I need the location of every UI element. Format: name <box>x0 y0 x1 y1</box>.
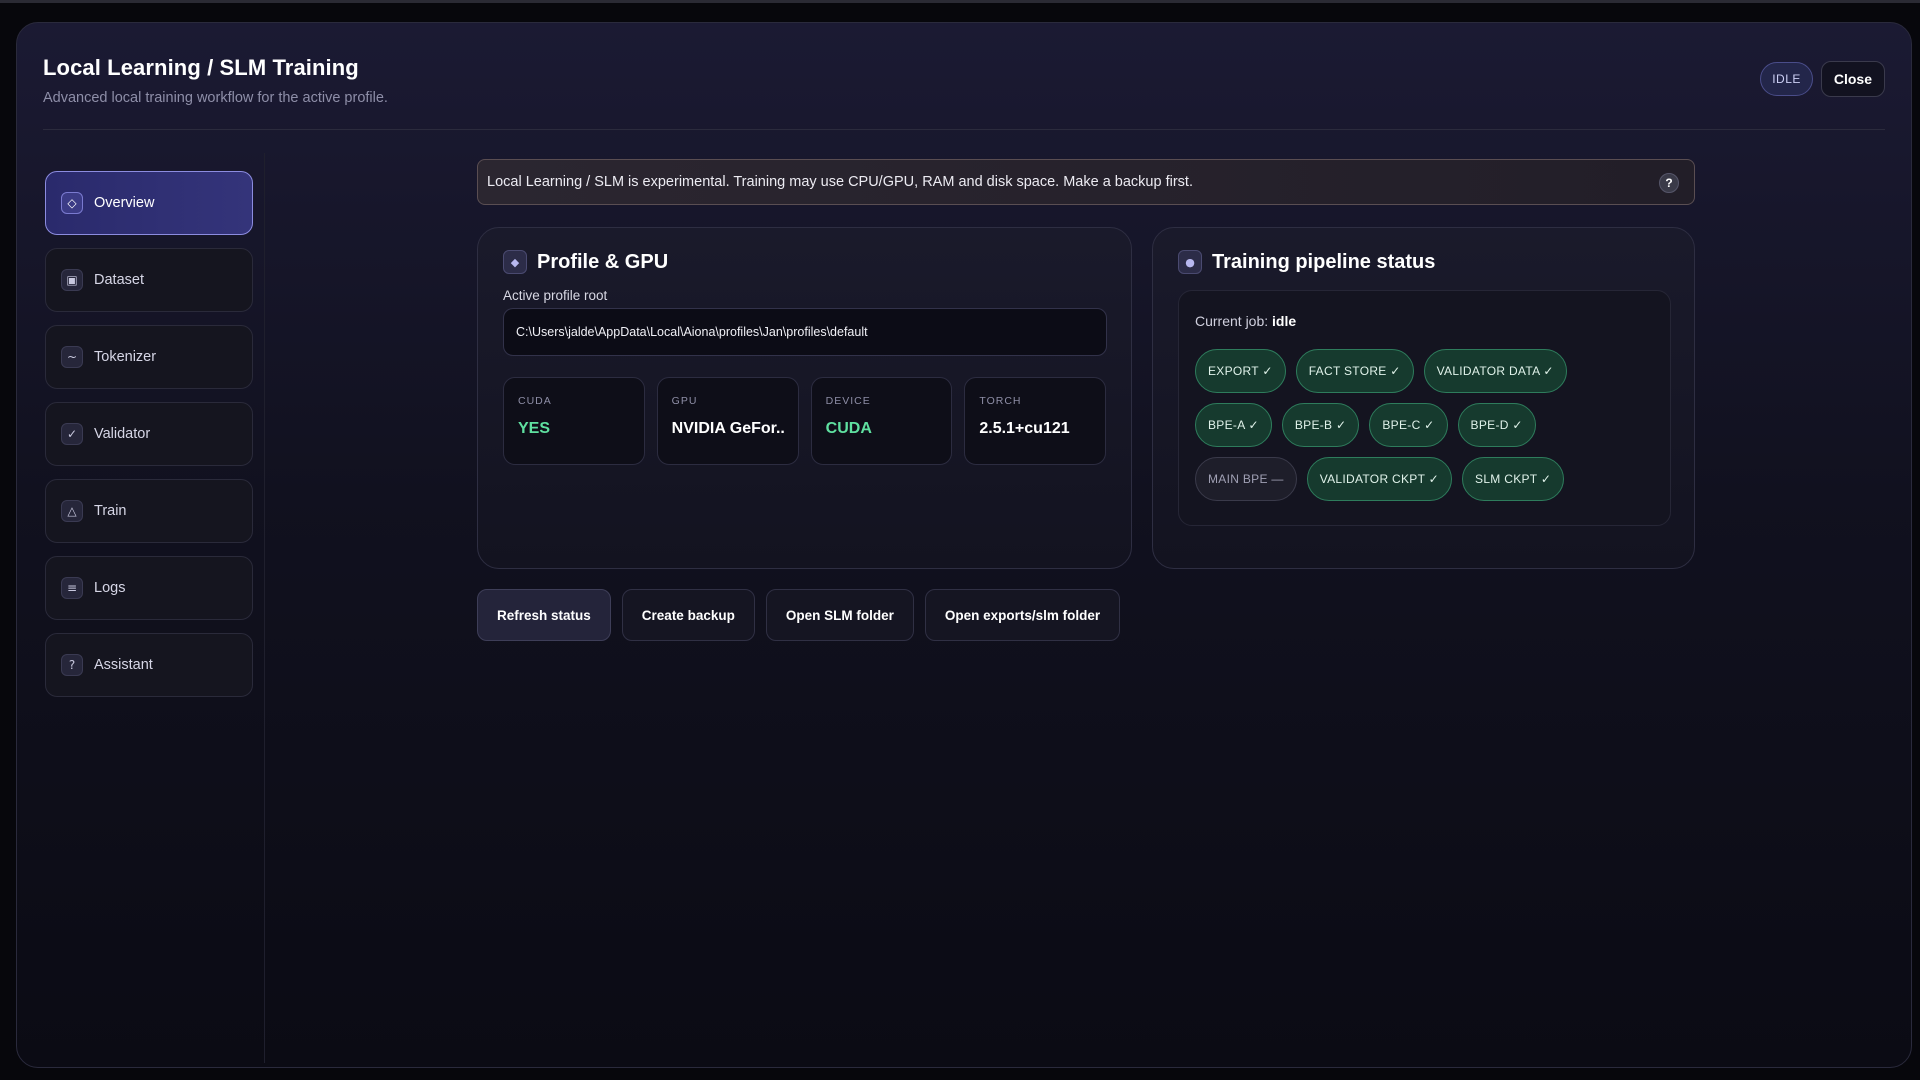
card-title: ◆ Profile & GPU <box>503 250 1106 274</box>
stat-gpu: GPU NVIDIA GeFor... <box>656 377 799 465</box>
pipeline-chips: EXPORT ✓ FACT STORE ✓ VALIDATOR DATA ✓ B… <box>1195 349 1635 501</box>
chip-export: EXPORT ✓ <box>1195 349 1286 393</box>
chip-slm-ckpt: SLM CKPT ✓ <box>1462 457 1565 501</box>
stat-value: NVIDIA GeFor... <box>671 420 784 437</box>
stat-label: TORCH <box>979 395 1022 407</box>
sidebar-item-tokenizer[interactable]: ~ Tokenizer <box>45 325 253 389</box>
database-icon: ▣ <box>61 269 83 291</box>
close-button[interactable]: Close <box>1820 61 1885 97</box>
card-title-text: Training pipeline status <box>1212 250 1436 273</box>
sidebar-item-dataset[interactable]: ▣ Dataset <box>45 248 253 312</box>
sidebar-item-label: Logs <box>94 580 126 596</box>
profile-root-label: Active profile root <box>503 288 608 303</box>
sidebar-item-label: Assistant <box>94 657 153 673</box>
refresh-status-button[interactable]: Refresh status <box>477 589 611 641</box>
chip-validator-ckpt: VALIDATOR CKPT ✓ <box>1306 457 1453 501</box>
list-icon: ≡ <box>61 577 83 599</box>
chip-bpe-d: BPE-D ✓ <box>1457 403 1536 447</box>
pipeline-box: Current job: idle EXPORT ✓ FACT STORE ✓ … <box>1178 290 1671 526</box>
sidebar-item-label: Validator <box>94 426 151 442</box>
chip-bpe-c: BPE-C ✓ <box>1369 403 1448 447</box>
gpu-stats: CUDA YES GPU NVIDIA GeFor... DEVICE CUDA… <box>503 377 1107 465</box>
main-content: Local Learning / SLM is experimental. Tr… <box>477 159 1695 641</box>
sidebar-item-label: Train <box>94 503 127 519</box>
stat-value: CUDA <box>825 420 872 437</box>
window-header: Local Learning / SLM Training Advanced l… <box>43 55 388 106</box>
check-icon: ✓ <box>61 423 83 445</box>
action-buttons: Refresh status Create backup Open SLM fo… <box>477 589 1695 641</box>
current-job-label: Current job: <box>1195 313 1269 329</box>
gpu-icon: ◆ <box>503 250 527 274</box>
open-exports-folder-button[interactable]: Open exports/slm folder <box>924 589 1121 641</box>
experimental-warning: Local Learning / SLM is experimental. Tr… <box>477 159 1695 205</box>
sidebar-item-label: Dataset <box>94 272 144 288</box>
sidebar-item-label: Overview <box>94 195 155 211</box>
status-badge: IDLE <box>1760 62 1813 96</box>
stat-cuda: CUDA YES <box>503 377 645 465</box>
stat-value: YES <box>518 420 551 437</box>
screen-top-edge <box>0 0 1920 3</box>
pipeline-status-card: ● Training pipeline status Current job: … <box>1152 227 1695 569</box>
current-job-value: idle <box>1272 313 1297 329</box>
cards-row: ◆ Profile & GPU Active profile root C:\U… <box>477 227 1695 569</box>
tilde-icon: ~ <box>61 346 83 368</box>
sidebar-divider <box>264 153 265 1063</box>
card-title: ● Training pipeline status <box>1178 250 1669 274</box>
card-title-text: Profile & GPU <box>537 250 669 273</box>
stat-device: DEVICE CUDA <box>810 377 953 465</box>
status-dot-icon: ● <box>1178 250 1202 274</box>
chip-bpe-b: BPE-B ✓ <box>1281 403 1360 447</box>
stat-torch: TORCH 2.5.1+cu121 <box>964 377 1107 465</box>
chip-main-bpe: MAIN BPE — <box>1195 457 1297 501</box>
chip-fact-store: FACT STORE ✓ <box>1295 349 1414 393</box>
warning-text: Local Learning / SLM is experimental. Tr… <box>487 174 1193 190</box>
sidebar-item-validator[interactable]: ✓ Validator <box>45 402 253 466</box>
sidebar-nav: ◇ Overview ▣ Dataset ~ Tokenizer ✓ Valid… <box>45 171 253 710</box>
header-divider <box>43 129 1885 130</box>
stat-label: CUDA <box>518 395 552 407</box>
sidebar-item-overview[interactable]: ◇ Overview <box>45 171 253 235</box>
help-icon[interactable]: ? <box>1659 173 1679 193</box>
profile-root-field[interactable]: C:\Users\jalde\AppData\Local\Aiona\profi… <box>503 308 1107 356</box>
question-icon: ? <box>61 654 83 676</box>
header-actions: IDLE Close <box>1760 61 1885 97</box>
sidebar-item-label: Tokenizer <box>94 349 157 365</box>
current-job: Current job: idle <box>1195 313 1654 329</box>
stat-value: 2.5.1+cu121 <box>979 420 1070 437</box>
sidebar-item-assistant[interactable]: ? Assistant <box>45 633 253 697</box>
create-backup-button[interactable]: Create backup <box>621 589 755 641</box>
diamond-icon: ◇ <box>61 192 83 214</box>
stat-label: GPU <box>671 395 698 407</box>
page-title: Local Learning / SLM Training <box>43 55 359 80</box>
page-subtitle: Advanced local training workflow for the… <box>43 90 388 106</box>
triangle-icon: △ <box>61 500 83 522</box>
chip-bpe-a: BPE-A ✓ <box>1195 403 1272 447</box>
profile-gpu-card: ◆ Profile & GPU Active profile root C:\U… <box>477 227 1132 569</box>
sidebar-item-train[interactable]: △ Train <box>45 479 253 543</box>
chip-validator-data: VALIDATOR DATA ✓ <box>1423 349 1567 393</box>
open-slm-folder-button[interactable]: Open SLM folder <box>765 589 914 641</box>
sidebar-item-logs[interactable]: ≡ Logs <box>45 556 253 620</box>
slm-training-window: Local Learning / SLM Training Advanced l… <box>16 22 1912 1068</box>
stat-label: DEVICE <box>825 395 871 407</box>
